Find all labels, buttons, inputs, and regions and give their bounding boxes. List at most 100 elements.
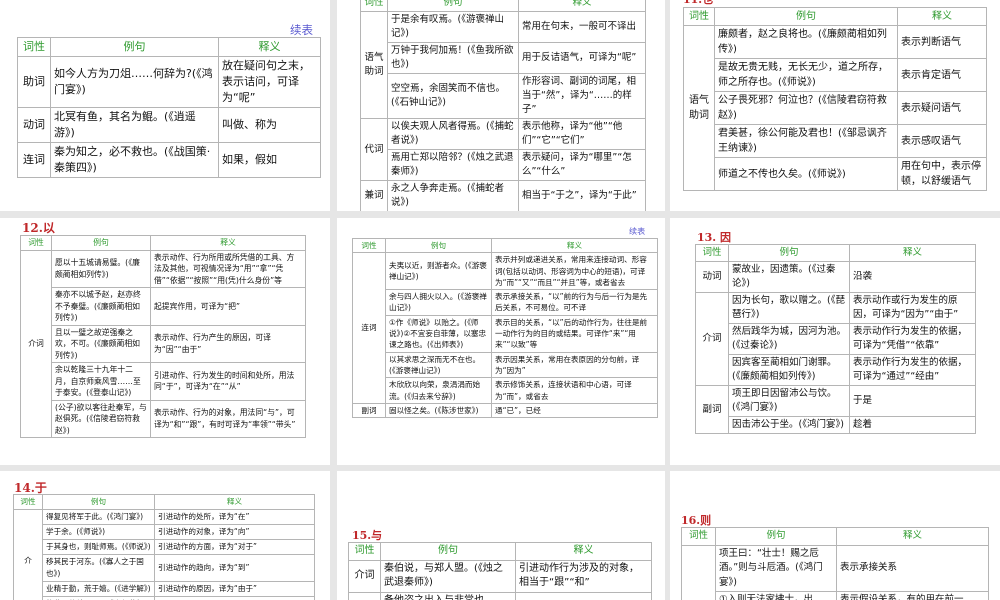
meaning: 表示假设关系，有的用在前一 [836, 591, 989, 600]
part-of-speech: 动词 [17, 107, 51, 143]
header-pos: 词性 [17, 37, 51, 57]
example-sentence: 夫夷以近，则游者众。(《游褒禅山记》) [385, 252, 492, 291]
header-example: 例句 [714, 7, 898, 26]
usage-table: 词性 例句 释义介得复见将军于此。(《鸿门宴》) 引进动作的处所，译为“在” 学于余。(… [13, 494, 315, 600]
slide-panel-wei-continued: 续表 词性 例句 释义 助词 如今人方为刀俎……何辞为?(《鸿门宴》) 放在疑问句之末，表示… [0, 0, 330, 211]
part-of-speech: 连词 [17, 142, 51, 178]
meaning: 表示动作、行为产生的原因，可译为“因”“由于” [150, 324, 306, 363]
meaning: 表示并列或递进关系，常用来连接动词、形容词(包括以动词、形容词为中心的短语)，可… [491, 252, 658, 291]
meaning: 表示感叹语气 [897, 124, 987, 158]
meaning: 常用在句末，一般可不译出 [518, 11, 646, 43]
part-of-speech: 动词 [695, 261, 729, 293]
table-row: ①入则无法家拂士，出 表示假设关系，有的用在前一 [682, 591, 989, 600]
meaning: 放在疑问句之末，表示诘问，可译为“呢” [218, 56, 321, 108]
table-row: 移其民于河东。(《寡人之于国也》) 引进动作的趋向，译为“到” [14, 554, 315, 582]
table-row: 介词 因为长句，歌以赠之。(《琵琶行》) 表示动作或行为发生的原因，可译为“因为”“… [695, 292, 976, 386]
example-sentence: 以俟夫观人风者得焉。(《捕蛇者说》) [387, 118, 519, 150]
table-row: 动词 北冥有鱼，其名为鲲。(《逍遥游》) 叫做、称为 [17, 107, 321, 143]
table-row: 然后践华为城，因河为池。(《过秦论》) 表示动作行为发生的依据，可译为“凭借”“依… [696, 323, 976, 355]
header-meaning: 释义 [897, 7, 987, 26]
usage-table: 词性 例句 释义 语气助词 于是余有叹焉。(《游褒禅山记》) 常用在句末，一般可不译出 万钟… [360, 0, 646, 211]
header-example: 例句 [387, 0, 519, 12]
header-example: 例句 [728, 244, 850, 262]
example-sentence: 项王即日因留沛公与饮。(《鸿门宴》) [728, 385, 850, 417]
example-sentence: 于是余有叹焉。(《游褒禅山记》) [387, 11, 519, 43]
meaning: 引进动作行为涉及的对象，相当于“跟”“和” [515, 559, 652, 593]
table-row: 连词 秦为知之，必不救也。(《战国策·秦策四》) 如果，假如 [17, 142, 321, 178]
example-sentence: 北冥有鱼，其名为鲲。(《逍遥游》) [50, 107, 219, 143]
meaning: 表示判断语气 [897, 25, 987, 59]
usage-table: 词性 例句 释义 介词 秦伯说，与郑人盟。(《烛之武退秦师》) 引进动作行为涉及的对象，相… [348, 542, 652, 600]
table-row: 师道之不传也久矣。(《师说》) 用在句中，表示停顿，以舒缓语气 [684, 157, 987, 191]
usage-table: 词性 例句 释义 介词 愿以十五城请易璧。(《廉颇蔺相如列传》) 表示动作、行为所用或所凭… [20, 235, 306, 438]
example-sentence: ①作《师说》以贻之。(《师说》)②不宜妄自菲薄，以塞忠谏之路也。(《出师表》) [385, 314, 492, 353]
example-sentence: 是故无贵无贱，无长无少，道之所存，师之所存也。(《师说》) [714, 58, 898, 92]
part-of-speech: 代词 [360, 118, 388, 181]
meaning: 表示动作、行为的对象，用法同“与”，可译为“和”“跟”，有时可译为“率领”“带头… [150, 399, 306, 438]
example-sentence: 秦伯说，与郑人盟。(《烛之武退秦师》) [380, 559, 516, 593]
table-row: 于其身也，则耻师焉。(《师说》) 引进动作的方面，译为“对于” [14, 539, 315, 555]
meaning: 通“已”，已经 [491, 402, 658, 419]
table-row: 业精于勤，荒于嬉。(《进学解》) 引进动作的原因，译为“由于” [14, 581, 315, 597]
table-row: (公子)欲以客往赴秦军，与赵俱死。(《信陵君窃符救赵》) 表示动作、行为的对象，用… [21, 399, 306, 438]
meaning: 相当于“于之”，译为“于此” [518, 180, 646, 211]
meaning: 引进动作的对象，译为“向” [154, 524, 315, 540]
meaning: 引进动作的原因，译为“由于” [154, 581, 315, 597]
example-sentence: 故燕王欲结于君。(《廉颇蔺相 [42, 596, 155, 600]
table-row: 代词 以俟夫观人风者得焉。(《捕蛇者说》) 表示他称，译为“他”“他们”“它”“它们… [360, 118, 646, 181]
table-row: 介词 愿以十五城请易璧。(《廉颇蔺相如列传》) 表示动作、行为所用或所凭借的工具、方… [20, 249, 306, 438]
table-header-row: 词性 例句 释义 [681, 527, 989, 546]
header-pos: 词性 [352, 237, 386, 254]
example-sentence: 秦为知之，必不救也。(《战国策·秦策四》) [50, 142, 219, 178]
part-of-speech: 语气助词 [360, 11, 388, 119]
part-of-speech: 介词 [20, 249, 52, 438]
table-row: 是故无贵无贱，无长无少，道之所存，师之所存也。(《师说》) 表示肯定语气 [684, 58, 987, 92]
header-meaning: 释义 [154, 494, 315, 510]
usage-table: 词性 例句 释义 助词 如今人方为刀俎……何辞为?(《鸿门宴》) 放在疑问句之末，表示诘问… [17, 37, 321, 178]
example-sentence: 项王曰：“壮士！赐之卮酒。”则与斗卮酒。(《鸿门宴》) [715, 544, 837, 592]
header-meaning: 释义 [218, 37, 321, 57]
table-header-row: 词性 例句 释义 [17, 37, 321, 57]
part-of-speech: 介词 [348, 559, 381, 593]
meaning: 用在句中，表示停顿，以舒缓语气 [897, 157, 987, 191]
table-row: 君美甚，徐公何能及君也！(《邹忌讽齐王纳谏》) 表示感叹语气 [684, 124, 987, 158]
meaning: 表示他称，译为“他”“他们”“它”“它们” [518, 118, 646, 150]
meaning: 表示动作或行为发生的原因，可译为“因为”“由于” [849, 292, 976, 324]
example-sentence: 君美甚，徐公何能及君也！(《邹忌讽齐王纳谏》) [714, 124, 898, 158]
meaning: 表示疑问，译为“哪里”“怎么”“什么” [518, 149, 646, 181]
meaning: 表示肯定语气 [897, 58, 987, 92]
example-sentence: 因宾客至蔺相如门谢罪。(《廉颇蔺相如列传》) [728, 354, 850, 386]
header-meaning: 释义 [836, 527, 989, 546]
usage-table: 词性 例句 释义 语气助词 廉颇者，赵之良将也。(《廉颇蔺相如列传》) 表示判断语气 是故无… [683, 7, 987, 191]
table-row: 因击沛公于坐。(《鸿门宴》) 趁着 [696, 416, 976, 434]
example-sentence: 备他盗之出入与非常也。 [380, 591, 516, 600]
header-pos: 词性 [20, 235, 52, 251]
slide-panel-yi: 12.以 词性 例句 释义 介词 愿以十五城请易璧。(《廉颇蔺相如列传》) 表示动作、行为所… [0, 218, 330, 465]
table-row: 万钟于我何加焉！(《鱼我所欲也》) 用于反诘语气，可译为“呢” [361, 42, 646, 74]
slide-panel-ye: 11.也词性例句释义语气助词廉颇者，赵之良将也。(《廉颇蔺相如列传》)表示判断语… [670, 0, 1000, 211]
table-row: 以其求思之深而无不在也。(《游褒禅山记》) 表示因果关系，常用在表原因的分句前，译… [353, 351, 658, 379]
example-sentence: 于其身也，则耻师焉。(《师说》) [42, 539, 155, 555]
usage-table: 词性 例句 释义 项王曰：“壮士！赐之卮酒。”则与斗卮酒。(《鸿门宴》) 表示承接关系 ①… [681, 527, 989, 600]
table-row: 余与四人拥火以入。(《游褒禅山记》) 表示承接关系，“以”前的行为与后一行为是先后… [353, 289, 658, 316]
header-meaning: 释义 [491, 237, 658, 254]
example-sentence: 余以乾隆三十九年十二月，自京师乘风雪……至于泰安。(《登泰山记》) [51, 362, 151, 401]
table-row: 副词 项王即日因留沛公与饮。(《鸿门宴》) 于是 [695, 385, 976, 434]
part-of-speech: 语气助词 [683, 25, 715, 191]
table-row: 秦亦不以城予赵，赵亦终不予秦璧。(《廉颇蔺相如列传》) 起提宾作用，可译为“把” [21, 287, 306, 326]
header-pos: 词性 [695, 244, 729, 262]
meaning: 作形容词、副词的词尾，相当于“然”，译为“……的样子” [518, 73, 646, 119]
meaning: 表示承接关系 [836, 544, 989, 592]
meaning: 表示动作行为发生的依据，可译为“通过”“经由” [849, 354, 976, 386]
meaning [515, 591, 652, 600]
meaning: 表示承接关系，“以”前的行为与后一行为是先后关系，不可易位。可不译 [491, 289, 658, 316]
header-meaning: 释义 [150, 235, 306, 251]
part-of-speech [681, 544, 716, 600]
table-row: 介词 秦伯说，与郑人盟。(《烛之武退秦师》) 引进动作行为涉及的对象，相当于“跟”“… [348, 559, 652, 593]
table-row: 焉用亡郑以陪邻？(《烛之武退秦师》) 表示疑问，译为“哪里”“怎么”“什么” [361, 149, 646, 181]
header-pos: 词性 [13, 494, 43, 510]
example-sentence: 愿以十五城请易璧。(《廉颇蔺相如列传》) [51, 249, 151, 288]
example-sentence: 得复见将军于此。(《鸿门宴》) [42, 509, 155, 525]
slide-panel-yu-with: 15.与 词性 例句 释义 介词 秦伯说，与郑人盟。(《烛之武退秦师》) 引进动作行为涉及的… [337, 471, 665, 600]
example-sentence: 空空焉，余固笑而不信也。(《石钟山记》) [387, 73, 519, 119]
